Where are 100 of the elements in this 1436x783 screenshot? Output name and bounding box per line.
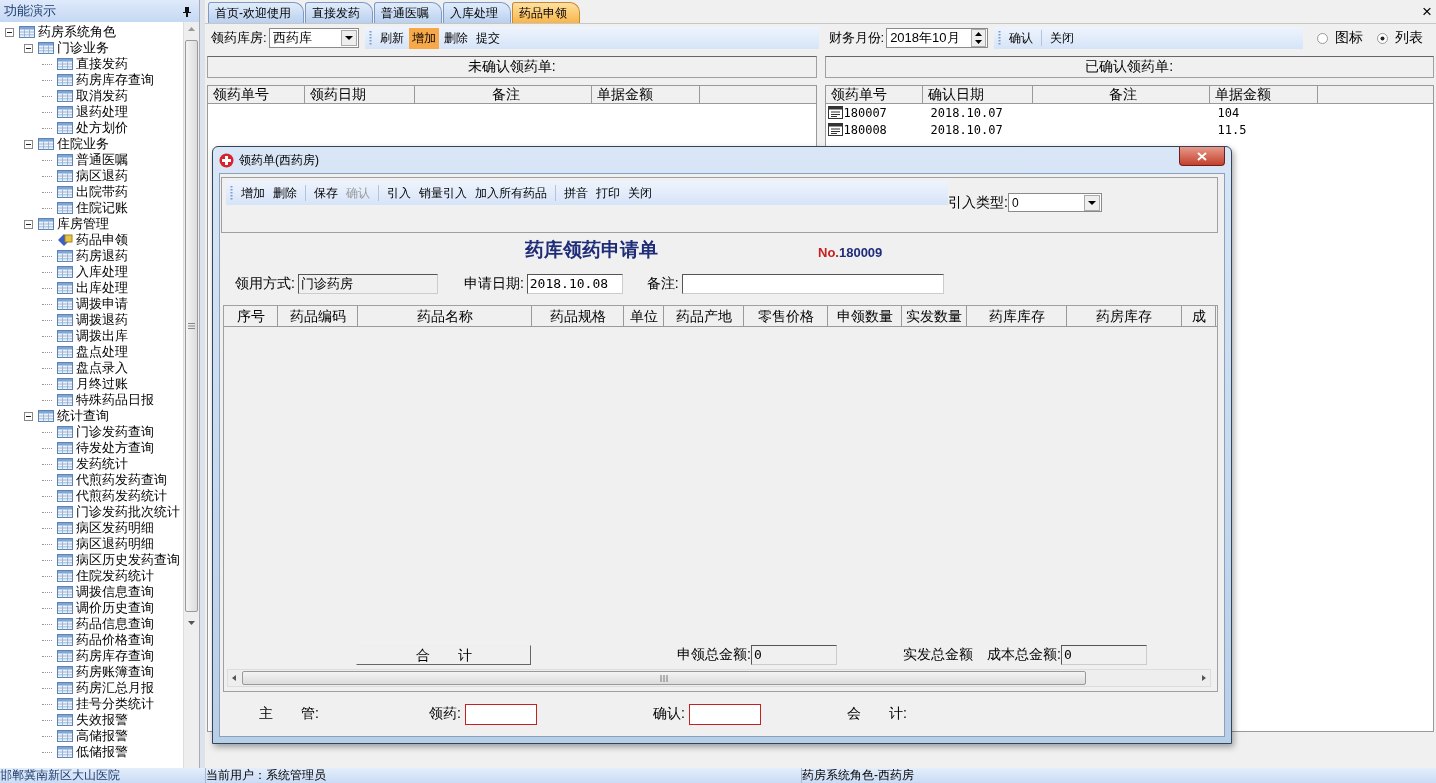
tab[interactable]: 首页-欢迎使用 [208, 2, 304, 23]
tree-item[interactable]: 调价历史查询 [76, 599, 154, 617]
tree-item[interactable]: 药房汇总月报 [76, 679, 154, 697]
tree-item[interactable]: 调拨退药 [76, 311, 128, 329]
column-header[interactable]: 零售价格 [744, 306, 828, 326]
month-field[interactable]: 2018年10月 [886, 28, 989, 48]
toolbar-button[interactable]: 删除 [270, 182, 300, 204]
tree-item[interactable]: 药品信息查询 [76, 615, 154, 633]
tab[interactable]: 普通医嘱 [374, 2, 442, 23]
tree-item[interactable]: 出院带药 [76, 183, 128, 201]
collapse-toggle[interactable] [24, 43, 33, 53]
note-field[interactable] [681, 274, 944, 294]
toolbar-button[interactable]: 提交 [472, 27, 503, 49]
tree-item[interactable]: 药房系统角色 [38, 23, 116, 41]
total-field[interactable]: 0 [1061, 645, 1147, 665]
column-header[interactable]: 领药单号 [825, 86, 923, 103]
toolbar-button[interactable]: 销量引入 [416, 182, 470, 204]
toolbar-button[interactable]: 增加 [238, 182, 268, 204]
spin-buttons[interactable] [971, 29, 987, 47]
total-button[interactable]: 合 计 [356, 645, 531, 665]
radio-button[interactable] [1317, 32, 1329, 44]
grip-icon[interactable] [998, 30, 1002, 46]
signature-field[interactable] [688, 703, 761, 725]
tab[interactable]: 直接发药 [305, 2, 373, 23]
scrollbar-thumb[interactable] [185, 40, 198, 612]
column-header[interactable]: 备注 [415, 86, 592, 103]
tree-item[interactable]: 直接发药 [76, 55, 128, 73]
tree-item[interactable]: 药房库存查询 [76, 647, 154, 665]
scrollbar[interactable] [183, 22, 199, 768]
tree-item[interactable]: 特殊药品日报 [76, 391, 154, 409]
total-field[interactable]: 0 [751, 645, 837, 665]
grip-icon[interactable] [368, 30, 372, 46]
toolbar-button[interactable]: 引入 [384, 182, 414, 204]
column-header[interactable]: 序号 [224, 306, 278, 326]
usage-field[interactable]: 门诊药房 [297, 274, 438, 294]
tree-item[interactable]: 入库处理 [76, 263, 128, 281]
toolbar-button[interactable]: 删除 [440, 27, 471, 49]
column-header[interactable]: 药库库存 [967, 306, 1067, 326]
column-header[interactable]: 药品名称 [358, 306, 532, 326]
scrollbar[interactable] [227, 669, 1211, 687]
tree-item[interactable]: 高储报警 [76, 727, 128, 745]
signature-field[interactable] [464, 703, 537, 725]
dropdown-button[interactable] [1083, 194, 1100, 211]
tree-item[interactable]: 挂号分类统计 [76, 695, 154, 713]
column-header[interactable]: 实发数量 [902, 306, 967, 326]
tab[interactable]: 药品申领 [512, 2, 580, 23]
pin-icon[interactable] [183, 5, 191, 17]
tree-item[interactable]: 门诊发药查询 [76, 423, 154, 441]
column-header[interactable]: 药品规格 [532, 306, 624, 326]
column-header[interactable]: 药品产地 [664, 306, 744, 326]
column-header[interactable]: 领药单号 [208, 86, 305, 103]
column-header[interactable]: 成 [1182, 306, 1216, 326]
scrollbar-thumb[interactable] [242, 671, 1086, 685]
column-header[interactable]: 单据金额 [1209, 86, 1318, 103]
tree-item[interactable]: 调拨申请 [76, 295, 128, 313]
tree-item[interactable]: 调拨出库 [76, 327, 128, 345]
tree-item[interactable]: 代煎药发药查询 [76, 471, 167, 489]
tree-item[interactable]: 门诊发药批次统计 [76, 503, 180, 521]
tree-item[interactable]: 取消发药 [76, 87, 128, 105]
tree-item[interactable]: 药房退药 [76, 247, 128, 265]
column-header[interactable]: 备注 [1032, 86, 1210, 103]
column-header[interactable]: 单位 [624, 306, 664, 326]
dropdown-button[interactable] [340, 30, 357, 46]
toolbar-button[interactable]: 增加 [408, 27, 439, 49]
radio-button[interactable] [1377, 32, 1389, 44]
toolbar-button[interactable]: 关闭 [625, 182, 655, 204]
toolbar-button[interactable]: 保存 [311, 182, 341, 204]
tree-item[interactable]: 发药统计 [76, 455, 128, 473]
toolbar-button[interactable]: 确认 [1006, 27, 1037, 49]
column-header[interactable]: 领药日期 [305, 86, 415, 103]
tree-item[interactable]: 药品价格查询 [76, 631, 154, 649]
tree-item[interactable]: 盘点处理 [76, 343, 128, 361]
close-button[interactable] [1179, 147, 1225, 166]
tree-item[interactable]: 月终过账 [76, 375, 128, 393]
tree-item[interactable]: 处方划价 [76, 119, 128, 137]
tree-item[interactable]: 病区发药明细 [76, 519, 154, 537]
grip-icon[interactable] [230, 185, 233, 201]
toolbar-button[interactable]: 拼音 [561, 182, 591, 204]
tree-item[interactable]: 药品申领 [76, 231, 128, 249]
toolbar-button[interactable]: 刷新 [376, 27, 407, 49]
collapse-toggle[interactable] [24, 411, 33, 421]
tree-item[interactable]: 盘点录入 [76, 359, 128, 377]
tree-item[interactable]: 病区退药 [76, 167, 128, 185]
column-header[interactable]: 确认日期 [922, 86, 1033, 103]
date-field[interactable]: 2018.10.08 [526, 274, 623, 294]
tree-item[interactable]: 普通医嘱 [76, 151, 128, 169]
tree-item[interactable]: 住院记账 [76, 199, 128, 217]
toolbar-button[interactable]: 加入所有药品 [472, 182, 550, 204]
dropdown-field[interactable]: 0 [1007, 193, 1102, 212]
tree-item[interactable]: 住院发药统计 [76, 567, 154, 585]
tree-item[interactable]: 病区退药明细 [76, 535, 154, 553]
column-header[interactable]: 药房库存 [1067, 306, 1182, 326]
tab[interactable]: 入库处理 [443, 2, 511, 23]
tree-item[interactable]: 门诊业务 [57, 39, 109, 57]
dropdown-field[interactable]: 西药库 [268, 28, 359, 48]
collapse-toggle[interactable] [5, 27, 14, 37]
radio-label[interactable]: 列表 [1395, 29, 1424, 47]
collapse-toggle[interactable] [24, 219, 33, 229]
tree-item[interactable]: 住院业务 [57, 135, 109, 153]
toolbar-button[interactable]: 打印 [593, 182, 623, 204]
